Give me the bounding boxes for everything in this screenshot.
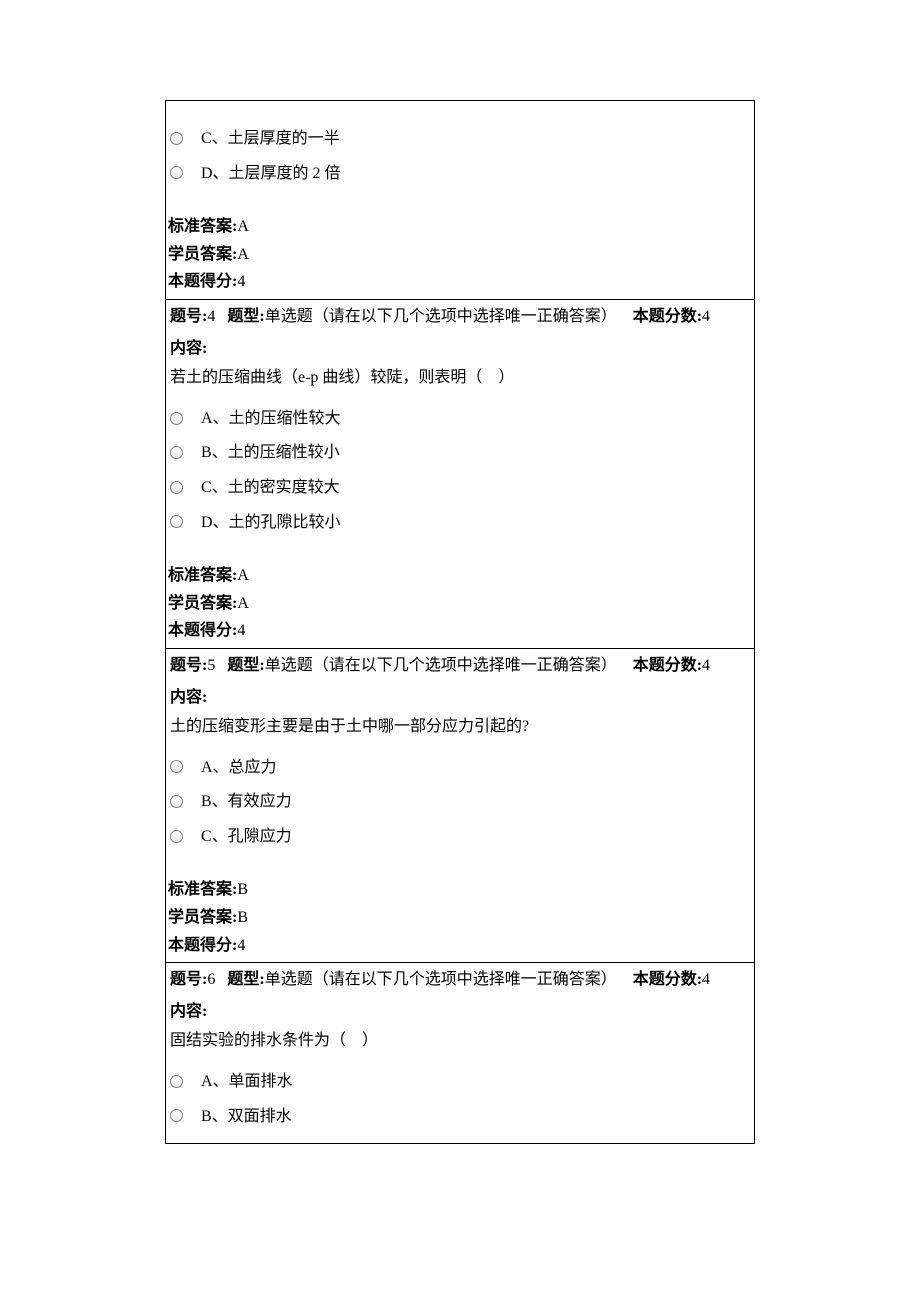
- option-row[interactable]: B、土的压缩性较小: [168, 439, 752, 466]
- question-type-label: 题型:: [227, 657, 264, 674]
- option-text: D、土的孔隙比较小: [201, 509, 341, 536]
- question-no-value: 4: [207, 308, 215, 325]
- option-text: C、土的密实度较大: [201, 474, 340, 501]
- question-block: 题号:6 题型:单选题（请在以下几个选项中选择唯一正确答案） 本题分数:4 内容…: [166, 962, 754, 1129]
- score-gained-label: 本题得分:: [168, 622, 237, 639]
- option-text: C、土层厚度的一半: [201, 125, 340, 152]
- radio-icon[interactable]: [170, 412, 183, 425]
- content-label: 内容:: [170, 340, 207, 357]
- question-score-label: 本题分数:: [633, 971, 702, 988]
- question-score-value: 4: [702, 971, 710, 988]
- option-text: A、单面排水: [201, 1068, 293, 1095]
- question-header: 题号:4 题型:单选题（请在以下几个选项中选择唯一正确答案） 本题分数:4: [168, 300, 752, 332]
- option-row[interactable]: D、土的孔隙比较小: [168, 509, 752, 536]
- question-header: 题号:5 题型:单选题（请在以下几个选项中选择唯一正确答案） 本题分数:4: [168, 649, 752, 681]
- student-answer-label: 学员答案:: [168, 246, 237, 263]
- option-row[interactable]: B、有效应力: [168, 788, 752, 815]
- score-gained-label: 本题得分:: [168, 937, 237, 954]
- standard-answer-label: 标准答案:: [168, 881, 237, 898]
- student-answer-line: 学员答案:A: [168, 591, 752, 617]
- standard-answer-value: A: [237, 567, 249, 584]
- question-no-label: 题号:: [170, 971, 207, 988]
- question-no-value: 5: [207, 657, 215, 674]
- option-text: A、总应力: [201, 754, 277, 781]
- option-text: B、土的压缩性较小: [201, 439, 340, 466]
- option-row[interactable]: B、双面排水: [168, 1103, 752, 1130]
- option-text: D、土层厚度的 2 倍: [201, 160, 341, 187]
- radio-icon[interactable]: [170, 1109, 183, 1122]
- score-gained-label: 本题得分:: [168, 273, 237, 290]
- question-type-value: 单选题（请在以下几个选项中选择唯一正确答案）: [265, 308, 617, 325]
- radio-icon[interactable]: [170, 760, 183, 773]
- standard-answer-line: 标准答案:A: [168, 563, 752, 589]
- question-type-value: 单选题（请在以下几个选项中选择唯一正确答案）: [265, 657, 617, 674]
- question-score-label: 本题分数:: [633, 308, 702, 325]
- content-label: 内容:: [170, 1003, 207, 1020]
- option-row[interactable]: A、总应力: [168, 754, 752, 781]
- question-no-label: 题号:: [170, 657, 207, 674]
- question-no-label: 题号:: [170, 308, 207, 325]
- question-body: 土的压缩变形主要是由于土中哪一部分应力引起的?: [168, 712, 752, 746]
- student-answer-value: A: [237, 595, 249, 612]
- radio-icon[interactable]: [170, 830, 183, 843]
- student-answer-line: 学员答案:B: [168, 905, 752, 931]
- radio-icon[interactable]: [170, 446, 183, 459]
- option-row[interactable]: C、土层厚度的一半: [168, 125, 752, 152]
- score-gained-line: 本题得分:4: [168, 269, 752, 295]
- question-score-value: 4: [702, 308, 710, 325]
- question-block: C、土层厚度的一半 D、土层厚度的 2 倍 标准答案:A 学员答案:A 本题得分…: [166, 100, 754, 299]
- option-row[interactable]: C、孔隙应力: [168, 823, 752, 850]
- document-container: C、土层厚度的一半 D、土层厚度的 2 倍 标准答案:A 学员答案:A 本题得分…: [165, 100, 755, 1144]
- score-gained-line: 本题得分:4: [168, 933, 752, 959]
- question-type-label: 题型:: [227, 971, 264, 988]
- radio-icon[interactable]: [170, 1075, 183, 1088]
- question-block: 题号:5 题型:单选题（请在以下几个选项中选择唯一正确答案） 本题分数:4 内容…: [166, 648, 754, 962]
- standard-answer-line: 标准答案:A: [168, 214, 752, 240]
- student-answer-line: 学员答案:A: [168, 242, 752, 268]
- question-body: 固结实验的排水条件为（ ）: [168, 1026, 752, 1060]
- standard-answer-label: 标准答案:: [168, 567, 237, 584]
- standard-answer-line: 标准答案:B: [168, 877, 752, 903]
- question-type-label: 题型:: [227, 308, 264, 325]
- option-text: B、双面排水: [201, 1103, 292, 1130]
- content-label: 内容:: [170, 689, 207, 706]
- question-no-value: 6: [207, 971, 215, 988]
- question-body: 若土的压缩曲线（e-p 曲线）较陡，则表明（ ）: [168, 363, 752, 397]
- score-gained-value: 4: [237, 937, 245, 954]
- score-gained-value: 4: [237, 273, 245, 290]
- score-gained-line: 本题得分:4: [168, 618, 752, 644]
- option-row[interactable]: D、土层厚度的 2 倍: [168, 160, 752, 187]
- radio-icon[interactable]: [170, 481, 183, 494]
- option-text: A、土的压缩性较大: [201, 405, 341, 432]
- option-row[interactable]: C、土的密实度较大: [168, 474, 752, 501]
- option-row[interactable]: A、单面排水: [168, 1068, 752, 1095]
- option-text: C、孔隙应力: [201, 823, 292, 850]
- radio-icon[interactable]: [170, 515, 183, 528]
- radio-icon[interactable]: [170, 132, 183, 145]
- option-text: B、有效应力: [201, 788, 292, 815]
- radio-icon[interactable]: [170, 795, 183, 808]
- student-answer-label: 学员答案:: [168, 595, 237, 612]
- student-answer-label: 学员答案:: [168, 909, 237, 926]
- question-score-label: 本题分数:: [633, 657, 702, 674]
- student-answer-value: A: [237, 246, 249, 263]
- student-answer-value: B: [237, 909, 248, 926]
- question-score-value: 4: [702, 657, 710, 674]
- standard-answer-label: 标准答案:: [168, 218, 237, 235]
- question-type-value: 单选题（请在以下几个选项中选择唯一正确答案）: [265, 971, 617, 988]
- radio-icon[interactable]: [170, 166, 183, 179]
- option-row[interactable]: A、土的压缩性较大: [168, 405, 752, 432]
- score-gained-value: 4: [237, 622, 245, 639]
- question-block: 题号:4 题型:单选题（请在以下几个选项中选择唯一正确答案） 本题分数:4 内容…: [166, 299, 754, 648]
- standard-answer-value: A: [237, 218, 249, 235]
- question-header: 题号:6 题型:单选题（请在以下几个选项中选择唯一正确答案） 本题分数:4: [168, 963, 752, 995]
- standard-answer-value: B: [237, 881, 248, 898]
